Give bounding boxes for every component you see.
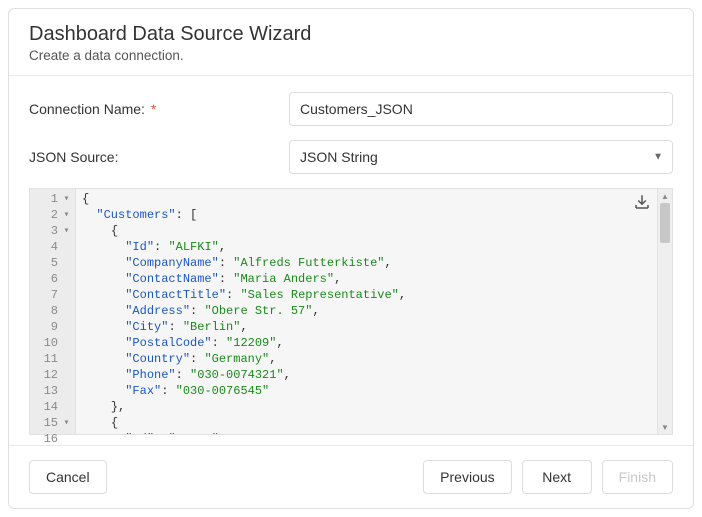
code-line[interactable]: "ContactTitle": "Sales Representative", <box>82 287 657 303</box>
code-line[interactable]: "PostalCode": "12209", <box>82 335 657 351</box>
gutter-line: 4 <box>30 239 75 255</box>
scroll-thumb[interactable] <box>660 203 670 243</box>
editor-scrollbar[interactable]: ▲ ▼ <box>657 189 672 434</box>
code-line[interactable]: "Customers": [ <box>82 207 657 223</box>
code-line[interactable]: { <box>82 223 657 239</box>
fold-toggle-icon[interactable]: ▾ <box>62 209 71 221</box>
code-line[interactable]: "CompanyName": "Alfreds Futterkiste", <box>82 255 657 271</box>
fold-toggle-icon[interactable]: ▾ <box>62 417 71 429</box>
download-icon[interactable] <box>632 193 652 211</box>
code-line[interactable]: "Country": "Germany", <box>82 351 657 367</box>
wizard-dialog: Dashboard Data Source Wizard Create a da… <box>8 8 694 509</box>
code-line[interactable]: "Phone": "030-0074321", <box>82 367 657 383</box>
gutter-line: 8 <box>30 303 75 319</box>
code-line[interactable]: "ContactName": "Maria Anders", <box>82 271 657 287</box>
gutter-line: 9 <box>30 319 75 335</box>
wizard-body: Connection Name: * JSON Source: JSON Str… <box>9 76 693 445</box>
json-source-label: JSON Source: <box>29 149 289 165</box>
scroll-track[interactable] <box>658 203 672 420</box>
gutter-line: 11 <box>30 351 75 367</box>
previous-button[interactable]: Previous <box>423 460 511 494</box>
code-line[interactable]: { <box>82 191 657 207</box>
gutter-line: 1▾ <box>30 191 75 207</box>
wizard-subtitle: Create a data connection. <box>29 48 673 63</box>
gutter-line: 3▾ <box>30 223 75 239</box>
gutter-line: 5 <box>30 255 75 271</box>
code-line[interactable]: "Id": "ANATR", <box>82 431 657 434</box>
json-source-row: JSON Source: JSON String ▼ <box>29 140 673 174</box>
connection-name-label-text: Connection Name: <box>29 101 145 117</box>
editor-gutter: 1▾2▾3▾456789101112131415▾16 <box>30 189 76 434</box>
json-source-select[interactable]: JSON String ▼ <box>289 140 673 174</box>
finish-button: Finish <box>602 460 673 494</box>
json-editor[interactable]: 1▾2▾3▾456789101112131415▾16 { "Customers… <box>29 188 673 435</box>
code-line[interactable]: "Id": "ALFKI", <box>82 239 657 255</box>
json-source-select-value[interactable]: JSON String <box>289 140 673 174</box>
wizard-header: Dashboard Data Source Wizard Create a da… <box>9 9 693 76</box>
fold-toggle-icon[interactable]: ▾ <box>62 193 71 205</box>
wizard-footer: Cancel Previous Next Finish <box>9 445 693 508</box>
code-line[interactable]: "City": "Berlin", <box>82 319 657 335</box>
gutter-line: 7 <box>30 287 75 303</box>
editor-code[interactable]: { "Customers": [ { "Id": "ALFKI", "Compa… <box>76 189 657 434</box>
gutter-line: 6 <box>30 271 75 287</box>
connection-name-label: Connection Name: * <box>29 101 289 117</box>
gutter-line: 12 <box>30 367 75 383</box>
code-line[interactable]: { <box>82 415 657 431</box>
scroll-down-icon[interactable]: ▼ <box>658 420 672 434</box>
gutter-line: 10 <box>30 335 75 351</box>
gutter-line: 15▾ <box>30 415 75 431</box>
code-line[interactable]: "Address": "Obere Str. 57", <box>82 303 657 319</box>
code-line[interactable]: }, <box>82 399 657 415</box>
scroll-up-icon[interactable]: ▲ <box>658 189 672 203</box>
fold-toggle-icon[interactable]: ▾ <box>62 225 71 237</box>
gutter-line: 2▾ <box>30 207 75 223</box>
cancel-button[interactable]: Cancel <box>29 460 107 494</box>
wizard-title: Dashboard Data Source Wizard <box>29 23 673 46</box>
gutter-line: 14 <box>30 399 75 415</box>
connection-name-input[interactable] <box>289 92 673 126</box>
next-button[interactable]: Next <box>522 460 592 494</box>
gutter-line: 13 <box>30 383 75 399</box>
required-marker: * <box>151 101 156 117</box>
gutter-line: 16 <box>30 431 75 447</box>
code-line[interactable]: "Fax": "030-0076545" <box>82 383 657 399</box>
connection-name-row: Connection Name: * <box>29 92 673 126</box>
